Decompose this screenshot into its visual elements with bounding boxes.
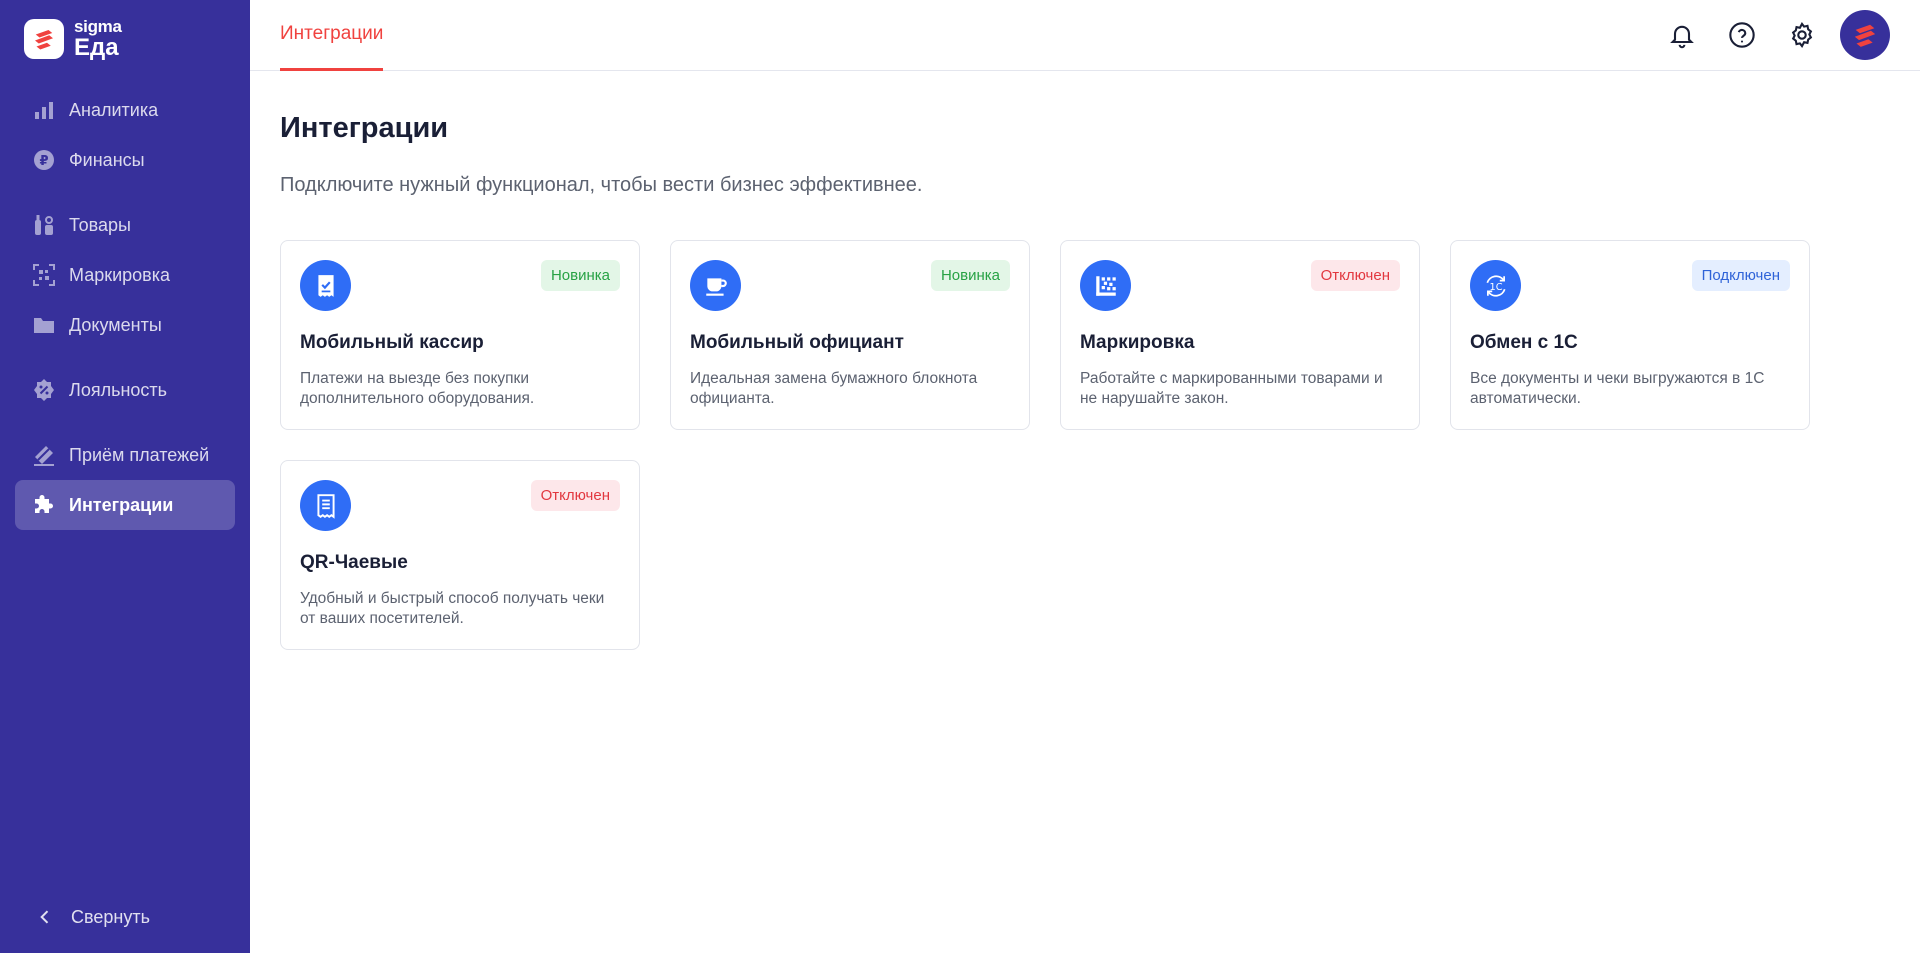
card-description: Удобный и быстрый способ получать чеки о… [300, 590, 605, 627]
help-icon [1729, 22, 1755, 48]
card-title: Маркировка [1080, 332, 1195, 353]
sidebar-item-label: Товары [69, 214, 131, 235]
status-badge: Отключен [530, 480, 620, 511]
sidebar-item-documents[interactable]: Документы [15, 300, 235, 350]
card-description: Платежи на выезде без покупки дополнител… [300, 370, 535, 407]
main-content: Интеграции Подключите нужный функционал,… [250, 72, 1920, 953]
sidebar-item-label: Лояльность [69, 379, 168, 400]
sidebar-item-finance[interactable]: ₽ Финансы [15, 135, 235, 185]
sidebar-item-payments[interactable]: Приём платежей [15, 430, 235, 480]
integration-card-1c-exchange[interactable]: 1C Подключен Обмен с 1С Все документы и … [1450, 240, 1810, 430]
collapse-sidebar-button[interactable]: Свернуть [15, 892, 235, 942]
bell-icon [1670, 25, 1694, 49]
ruble-coin-icon: ₽ [31, 147, 57, 173]
card-title: Мобильный кассир [300, 332, 484, 353]
top-header: Интеграции [250, 0, 1920, 71]
barcode-scan-icon [31, 262, 57, 288]
card-title: QR-Чаевые [300, 552, 408, 573]
integration-card-marking[interactable]: Отключен Маркировка Работайте с маркиров… [1060, 240, 1420, 430]
card-description: Работайте с маркированными товарами и не… [1080, 370, 1383, 407]
card-description: Идеальная замена бумажного блокнота офиц… [690, 370, 978, 407]
integration-card-mobile-waiter[interactable]: Новинка Мобильный официант Идеальная зам… [670, 240, 1030, 430]
folder-icon [31, 312, 57, 338]
notifications-button[interactable] [1662, 15, 1702, 55]
status-badge: Подключен [1691, 260, 1790, 291]
sidebar: sigma Еда Аналитика ₽ Финансы Товары Мар… [0, 0, 250, 953]
page-title: Интеграции [280, 112, 449, 144]
coffee-cup-icon [690, 260, 741, 311]
tab-integrations[interactable]: Интеграции [280, 0, 384, 71]
collapse-label: Свернуть [71, 906, 150, 927]
svg-text:₽: ₽ [39, 154, 48, 169]
avatar-logo-icon [1854, 24, 1876, 47]
sigma-logo-icon [24, 19, 64, 59]
receipt-check-icon [300, 260, 351, 311]
svg-text:1C: 1C [1489, 281, 1502, 292]
settings-button[interactable] [1782, 15, 1822, 55]
card-icon [31, 442, 57, 468]
bar-chart-icon [31, 97, 57, 123]
sidebar-item-label: Маркировка [69, 264, 171, 285]
sidebar-item-analytics[interactable]: Аналитика [15, 85, 235, 135]
status-badge: Новинка [930, 260, 1010, 291]
chevron-left-icon [35, 907, 57, 927]
status-badge: Новинка [540, 260, 620, 291]
sidebar-item-label: Документы [69, 314, 162, 335]
status-badge: Отключен [1310, 260, 1400, 291]
gear-icon [1791, 22, 1813, 48]
sidebar-item-label: Аналитика [69, 99, 159, 120]
sidebar-item-label: Интеграции [69, 494, 174, 515]
brand-eda: Еда [74, 34, 119, 61]
card-description: Все документы и чеки выгружаются в 1С ав… [1470, 370, 1765, 407]
receipt-list-icon [300, 480, 351, 531]
card-title: Мобильный официант [690, 332, 904, 353]
sync-1c-icon: 1C [1470, 260, 1521, 311]
sidebar-item-marking[interactable]: Маркировка [15, 250, 235, 300]
integration-card-qr-tips[interactable]: Отключен QR-Чаевые Удобный и быстрый спо… [280, 460, 640, 650]
puzzle-icon [31, 492, 57, 518]
sidebar-item-label: Приём платежей [69, 444, 210, 465]
page-subtitle: Подключите нужный функционал, чтобы вест… [280, 174, 923, 196]
user-avatar[interactable] [1840, 10, 1890, 60]
bottles-icon [31, 212, 57, 238]
sidebar-item-integrations[interactable]: Интеграции [15, 480, 235, 530]
help-button[interactable] [1722, 15, 1762, 55]
brand-sigma: sigma [74, 17, 122, 36]
sidebar-item-label: Финансы [69, 149, 145, 170]
integration-card-mobile-cashier[interactable]: Новинка Мобильный кассир Платежи на выез… [280, 240, 640, 430]
card-title: Обмен с 1С [1470, 332, 1578, 353]
brand-logo[interactable]: sigma Еда [24, 18, 122, 60]
datamatrix-icon [1080, 260, 1131, 311]
sidebar-item-loyalty[interactable]: Лояльность [15, 365, 235, 415]
sidebar-item-goods[interactable]: Товары [15, 200, 235, 250]
percent-badge-icon [31, 377, 57, 403]
